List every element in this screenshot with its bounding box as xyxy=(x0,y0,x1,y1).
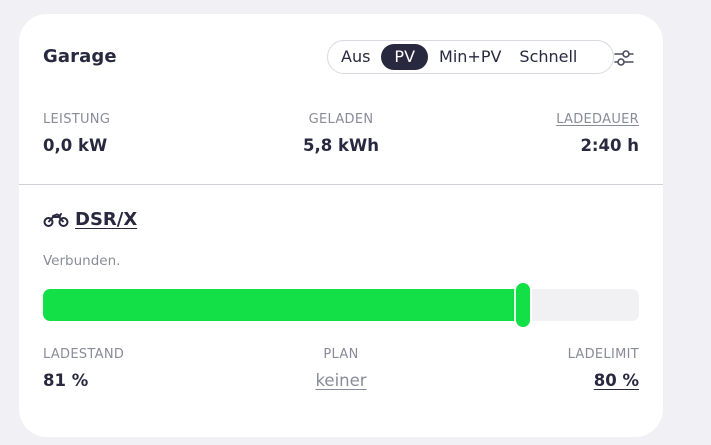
motorcycle-icon xyxy=(43,212,69,228)
stat-ladelimit-value[interactable]: 80 % xyxy=(568,371,639,390)
stat-geladen-label: Geladen xyxy=(308,112,374,127)
stat-plan: Plan keiner xyxy=(315,347,366,390)
soc-progress-bar xyxy=(43,289,639,321)
mode-button-schnell[interactable]: Schnell xyxy=(510,44,586,70)
stat-ladedauer: Ladedauer 2:40 h xyxy=(556,112,639,155)
loadpoint-title: Garage xyxy=(43,46,117,67)
vehicle-name: DSR/X xyxy=(75,209,138,230)
stat-ladestand: Ladestand 81 % xyxy=(43,347,124,390)
stat-plan-label: Plan xyxy=(323,347,359,362)
vehicle-stats: Ladestand 81 % Plan keiner Ladelimit 80 … xyxy=(43,347,639,397)
sliders-icon[interactable] xyxy=(613,47,635,69)
stat-leistung-label: Leistung xyxy=(43,112,111,127)
stat-ladestand-label: Ladestand xyxy=(43,347,125,362)
stat-ladestand-value: 81 % xyxy=(43,371,89,390)
stat-geladen: Geladen 5,8 kWh xyxy=(303,112,379,155)
vehicle-title[interactable]: DSR/X xyxy=(43,209,137,230)
card-header: Garage Aus PV Min+PV Schnell xyxy=(43,40,643,76)
stat-ladedauer-value: 2:40 h xyxy=(580,136,639,155)
vehicle-status: Verbunden. xyxy=(43,253,121,269)
stat-leistung: Leistung 0,0 kW xyxy=(43,112,110,155)
mode-button-min-pv[interactable]: Min+PV xyxy=(430,44,510,70)
mode-button-aus[interactable]: Aus xyxy=(332,44,379,70)
charge-mode-selector: Aus PV Min+PV Schnell xyxy=(327,40,614,74)
section-divider xyxy=(19,184,663,185)
soc-progress-fill xyxy=(43,289,526,321)
stat-geladen-value: 5,8 kWh xyxy=(303,136,379,155)
stat-leistung-value: 0,0 kW xyxy=(43,136,108,155)
loadpoint-card: Garage Aus PV Min+PV Schnell Leistung 0,… xyxy=(19,14,663,437)
mode-button-pv[interactable]: PV xyxy=(381,44,429,70)
charging-stats: Leistung 0,0 kW Geladen 5,8 kWh Ladedaue… xyxy=(43,112,639,162)
stat-plan-value[interactable]: keiner xyxy=(315,371,366,390)
charge-limit-handle[interactable] xyxy=(515,283,530,327)
stat-ladelimit: Ladelimit 80 % xyxy=(568,347,639,390)
stat-ladedauer-label[interactable]: Ladedauer xyxy=(556,112,639,127)
stat-ladelimit-label: Ladelimit xyxy=(567,347,639,362)
